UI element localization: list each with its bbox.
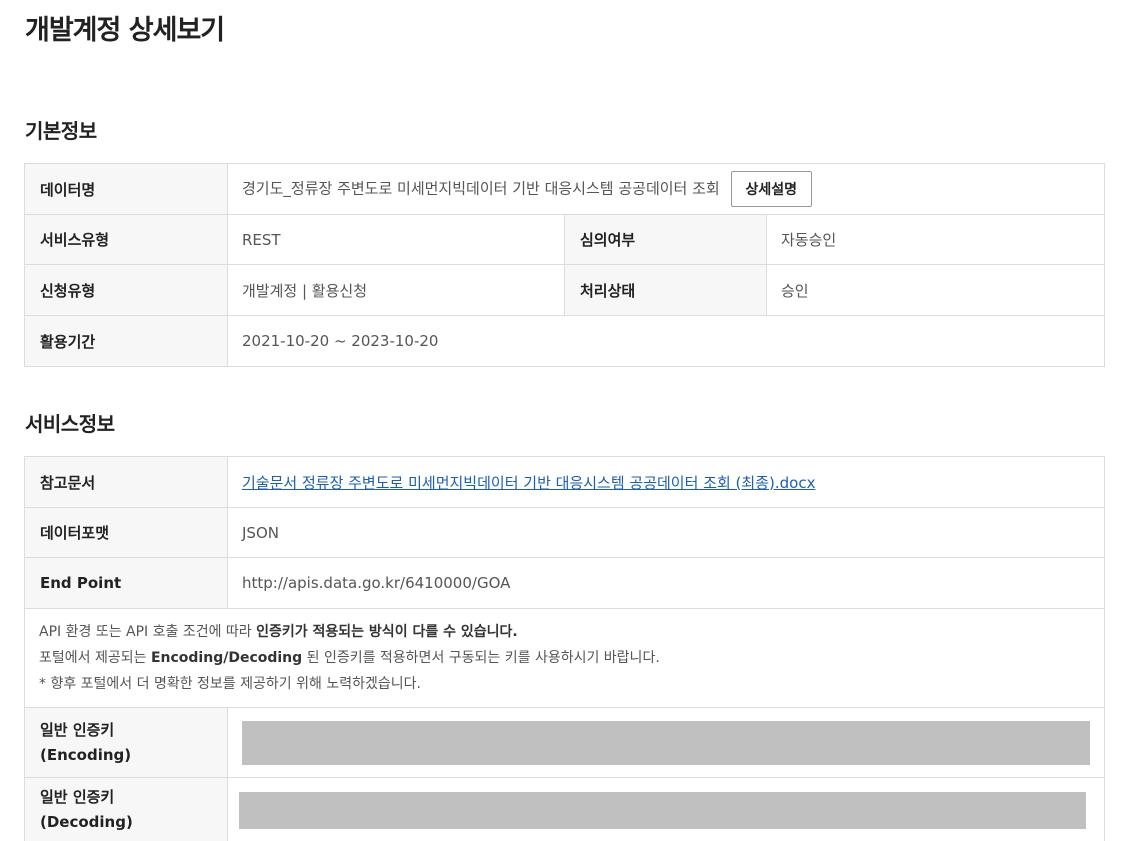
basic-info-section-title: 기본정보: [25, 119, 97, 143]
data-name-value: 경기도_정류장 주변도로 미세먼지빅데이터 기반 대응시스템 공공데이터 조회: [242, 179, 720, 198]
notice-line2-text-a: 포털에서 제공되는: [39, 650, 151, 666]
decoding-key-row: 일반 인증키 (Decoding): [24, 777, 1105, 841]
data-name-label: 데이터명: [24, 163, 228, 215]
encoding-key-label-line1: 일반 인증키: [40, 720, 115, 739]
decoding-key-label-line2: (Decoding): [40, 813, 133, 831]
review-label: 심의여부: [564, 214, 767, 265]
endpoint-label: End Point: [24, 557, 228, 609]
service-type-label: 서비스유형: [24, 214, 228, 265]
apply-type-row: 신청유형 개발계정 | 활용신청 처리상태 승인: [24, 264, 1106, 316]
basic-info-table: 데이터명 경기도_정류장 주변도로 미세먼지빅데이터 기반 대응시스템 공공데이…: [24, 163, 1106, 367]
endpoint-value: http://apis.data.go.kr/6410000/GOA: [227, 557, 1105, 609]
ref-doc-link[interactable]: 기술문서 정류장 주변도로 미세먼지빅데이터 기반 대응시스템 공공데이터 조회…: [242, 474, 815, 492]
ref-doc-label: 참고문서: [24, 456, 228, 508]
ref-doc-row: 참고문서 기술문서 정류장 주변도로 미세먼지빅데이터 기반 대응시스템 공공데…: [24, 456, 1105, 508]
data-format-value: JSON: [227, 507, 1105, 558]
service-info-section-title: 서비스정보: [25, 412, 115, 436]
notice-line2-text-b: 된 인증키를 적용하면서 구동되는 키를 사용하시기 바랍니다.: [302, 650, 660, 666]
period-label: 활용기간: [24, 315, 228, 367]
review-value: 자동승인: [765, 214, 1106, 265]
auth-key-notice: API 환경 또는 API 호출 조건에 따라 인증키가 적용되는 방식이 다를…: [24, 608, 1105, 708]
notice-line3: * 향후 포털에서 더 명확한 정보를 제공하기 위해 노력하겠습니다.: [39, 676, 421, 692]
data-name-cell: 경기도_정류장 주변도로 미세먼지빅데이터 기반 대응시스템 공공데이터 조회 …: [226, 163, 1106, 215]
encoding-key-masked-value: [242, 720, 1090, 765]
decoding-key-masked-value: [239, 791, 1086, 829]
status-value: 승인: [765, 264, 1106, 316]
notice-line1-text: API 환경 또는 API 호출 조건에 따라: [39, 624, 257, 640]
apply-type-value: 개발계정 | 활용신청: [227, 264, 565, 316]
decoding-key-label: 일반 인증키 (Decoding): [24, 777, 228, 841]
period-row: 활용기간 2021-10-20 ~ 2023-10-20: [24, 315, 1106, 367]
service-info-table: 참고문서 기술문서 정류장 주변도로 미세먼지빅데이터 기반 대응시스템 공공데…: [24, 456, 1105, 841]
encoding-key-label: 일반 인증키 (Encoding): [24, 707, 228, 778]
page-title: 개발계정 상세보기: [25, 15, 225, 46]
data-format-row: 데이터포맷 JSON: [24, 507, 1105, 558]
data-name-row: 데이터명 경기도_정류장 주변도로 미세먼지빅데이터 기반 대응시스템 공공데이…: [24, 163, 1106, 215]
data-format-label: 데이터포맷: [24, 507, 228, 558]
notice-line2-emphasis: Encoding/Decoding: [150, 650, 303, 666]
apply-type-label: 신청유형: [24, 264, 228, 316]
endpoint-row: End Point http://apis.data.go.kr/6410000…: [24, 557, 1105, 609]
period-value: 2021-10-20 ~ 2023-10-20: [226, 315, 1106, 367]
detail-description-button[interactable]: 상세설명: [730, 171, 813, 207]
notice-row: API 환경 또는 API 호출 조건에 따라 인증키가 적용되는 방식이 다를…: [24, 608, 1105, 708]
service-type-row: 서비스유형 REST 심의여부 자동승인: [24, 214, 1106, 265]
decoding-key-label-line1: 일반 인증키: [40, 788, 115, 806]
encoding-key-label-line2: (Encoding): [40, 745, 132, 764]
status-label: 처리상태: [564, 264, 767, 316]
service-type-value: REST: [227, 214, 565, 265]
encoding-key-row: 일반 인증키 (Encoding): [24, 707, 1105, 778]
notice-line1-emphasis: 인증키가 적용되는 방식이 다를 수 있습니다.: [256, 624, 518, 640]
